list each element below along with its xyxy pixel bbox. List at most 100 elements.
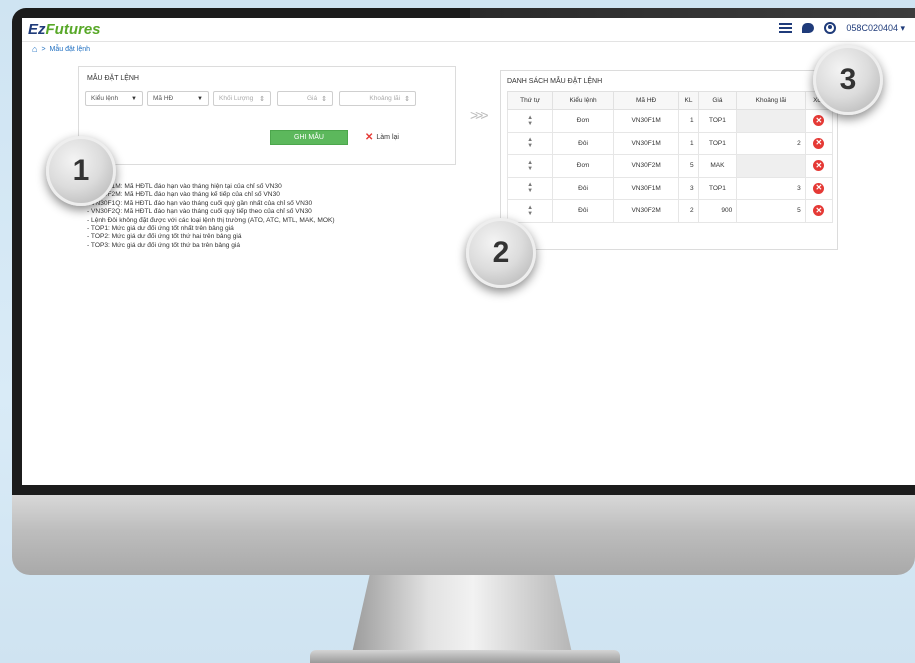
table-row: ▲ ▼ Đơn VN30F1M 1 TOP1 ✕ bbox=[506, 109, 834, 133]
cell-qty: 1 bbox=[678, 109, 699, 133]
callout-badge-3: 3 bbox=[813, 45, 883, 115]
delete-icon[interactable]: ✕ bbox=[813, 115, 825, 127]
cell-gap: 5 bbox=[736, 199, 806, 223]
delete-icon[interactable]: ✕ bbox=[813, 205, 825, 217]
note-item: - Lệnh Đôi không đặt được với các loại l… bbox=[87, 216, 335, 224]
user-icon[interactable] bbox=[824, 22, 837, 34]
table-header-row: Thứ tự Kiểu lệnh Mã HĐ KL Giá Khoảng lãi… bbox=[506, 91, 834, 110]
quantity-input[interactable]: Khối Lượng ⇕ bbox=[213, 91, 271, 106]
col-code: Mã HĐ bbox=[612, 91, 680, 110]
spinner-icon[interactable]: ⇕ bbox=[404, 95, 410, 103]
cell-gap: 2 bbox=[736, 131, 806, 155]
notes-list: - VN30F1M: Mã HĐTL đáo hạn vào tháng hiệ… bbox=[87, 183, 335, 250]
list-title: DANH SÁCH MẪU ĐẶT LỆNH bbox=[507, 78, 603, 85]
arrow-down-icon[interactable]: ▼ bbox=[527, 121, 533, 127]
order-type-value: Kiểu lệnh bbox=[91, 95, 119, 102]
caret-down-icon: ▼ bbox=[131, 95, 137, 102]
reset-button[interactable]: ✕ Làm lại bbox=[365, 132, 399, 143]
delete-cell: ✕ bbox=[804, 109, 834, 133]
col-type: Kiểu lệnh bbox=[552, 91, 614, 110]
cell-type: Đơn bbox=[552, 109, 614, 133]
callout-badge-2: 2 bbox=[466, 218, 536, 288]
sort-handle[interactable]: ▲ ▼ bbox=[506, 199, 554, 223]
col-gap: Khoảng lãi bbox=[736, 91, 806, 110]
cell-code: VN30F2M bbox=[612, 154, 680, 178]
chat-icon[interactable] bbox=[802, 23, 815, 33]
home-icon[interactable]: ⌂ bbox=[32, 44, 37, 54]
cell-price: TOP1 bbox=[697, 109, 738, 133]
arrow-down-icon[interactable]: ▼ bbox=[527, 143, 533, 149]
monitor-stand bbox=[352, 575, 572, 653]
table-row: ▲ ▼ Đôi VN30F1M 3 TOP1 3 ✕ bbox=[506, 176, 834, 200]
order-template-list: DANH SÁCH MẪU ĐẶT LỆNH Thứ tự Kiểu lệnh … bbox=[500, 70, 838, 250]
quantity-placeholder: Khối Lượng bbox=[219, 95, 254, 102]
cell-gap: 3 bbox=[736, 176, 806, 200]
cell-code: VN30F1M bbox=[612, 176, 680, 200]
sort-handle[interactable]: ▲ ▼ bbox=[506, 131, 554, 155]
cell-gap bbox=[736, 154, 806, 178]
note-item: - TOP2: Mức giá dư đối ứng tốt thứ hai t… bbox=[87, 233, 242, 241]
save-template-button[interactable]: GHI MẪU bbox=[270, 130, 348, 145]
sort-handle[interactable]: ▲ ▼ bbox=[506, 176, 554, 200]
col-order: Thứ tự bbox=[506, 91, 554, 110]
reset-label: Làm lại bbox=[376, 134, 399, 141]
contract-code-select[interactable]: Mã HĐ ▼ bbox=[147, 91, 209, 106]
monitor-chin bbox=[12, 495, 915, 575]
col-qty: KL bbox=[678, 91, 699, 110]
cell-price: MAK bbox=[697, 154, 738, 178]
cell-price: TOP1 bbox=[697, 176, 738, 200]
cell-code: VN30F1M bbox=[612, 131, 680, 155]
delete-cell: ✕ bbox=[804, 131, 834, 155]
breadcrumb-current[interactable]: Mẫu đặt lệnh bbox=[50, 46, 90, 53]
delete-cell: ✕ bbox=[804, 154, 834, 178]
note-item: - VN30F2M: Mã HĐTL đáo hạn vào tháng kế … bbox=[87, 191, 280, 199]
callout-badge-1: 1 bbox=[46, 136, 116, 206]
cell-qty: 1 bbox=[678, 131, 699, 155]
order-type-select[interactable]: Kiểu lệnh ▼ bbox=[85, 91, 143, 106]
delete-icon[interactable]: ✕ bbox=[813, 160, 825, 172]
cell-code: VN30F2M bbox=[612, 199, 680, 223]
cell-qty: 3 bbox=[678, 176, 699, 200]
double-chevron-right-icon: >>> bbox=[470, 107, 488, 123]
cell-type: Đôi bbox=[552, 176, 614, 200]
cell-type: Đơn bbox=[552, 154, 614, 178]
logo[interactable]: EzFutures bbox=[28, 21, 101, 38]
breadcrumb: ⌂ > Mẫu đặt lệnh bbox=[32, 44, 90, 54]
cell-price: 900 bbox=[697, 199, 738, 223]
cell-qty: 2 bbox=[678, 199, 699, 223]
cell-type: Đôi bbox=[552, 199, 614, 223]
arrow-down-icon[interactable]: ▼ bbox=[527, 166, 533, 172]
cell-price: TOP1 bbox=[697, 131, 738, 155]
sort-handle[interactable]: ▲ ▼ bbox=[506, 154, 554, 178]
note-item: - VN30F1Q: Mã HĐTL đáo hạn vào tháng cuố… bbox=[87, 199, 313, 207]
orders-table: Thứ tự Kiểu lệnh Mã HĐ KL Giá Khoảng lãi… bbox=[506, 91, 834, 223]
cell-code: VN30F1M bbox=[612, 109, 680, 133]
caret-down-icon: ▼ bbox=[197, 95, 203, 102]
delete-icon[interactable]: ✕ bbox=[813, 182, 825, 194]
spinner-icon[interactable]: ⇕ bbox=[321, 95, 327, 103]
account-dropdown[interactable]: 058C020404 ▾ bbox=[846, 23, 905, 34]
spinner-icon[interactable]: ⇕ bbox=[259, 95, 265, 103]
order-template-form: MẪU ĐẶT LỆNH Kiểu lệnh ▼ Mã HĐ ▼ Khối Lượn… bbox=[78, 66, 456, 165]
gap-placeholder: Khoảng lãi bbox=[369, 95, 401, 102]
note-item: - VN30F2Q: Mã HĐTL đáo hạn vào tháng cuố… bbox=[87, 208, 312, 216]
table-row: ▲ ▼ Đôi VN30F1M 1 TOP1 2 ✕ bbox=[506, 131, 834, 155]
delete-cell: ✕ bbox=[804, 176, 834, 200]
cell-qty: 5 bbox=[678, 154, 699, 178]
close-icon: ✕ bbox=[365, 132, 374, 143]
price-input[interactable]: Giá ⇕ bbox=[277, 91, 333, 106]
arrow-down-icon[interactable]: ▼ bbox=[527, 211, 533, 217]
table-row: ▲ ▼ Đơn VN30F2M 5 MAK ✕ bbox=[506, 154, 834, 178]
header-actions: 058C020404 ▾ bbox=[779, 22, 905, 34]
form-title: MẪU ĐẶT LỆNH bbox=[87, 75, 139, 82]
logo-ez: Ez bbox=[28, 21, 46, 38]
logo-futures: Futures bbox=[45, 21, 101, 38]
cell-type: Đôi bbox=[552, 131, 614, 155]
app-header: EzFutures 058C020404 ▾ bbox=[22, 18, 915, 42]
col-price: Giá bbox=[697, 91, 738, 110]
delete-icon[interactable]: ✕ bbox=[813, 137, 825, 149]
gap-input[interactable]: Khoảng lãi ⇕ bbox=[339, 91, 416, 106]
arrow-down-icon[interactable]: ▼ bbox=[527, 188, 533, 194]
menu-icon[interactable] bbox=[779, 23, 793, 33]
sort-handle[interactable]: ▲ ▼ bbox=[506, 109, 554, 133]
